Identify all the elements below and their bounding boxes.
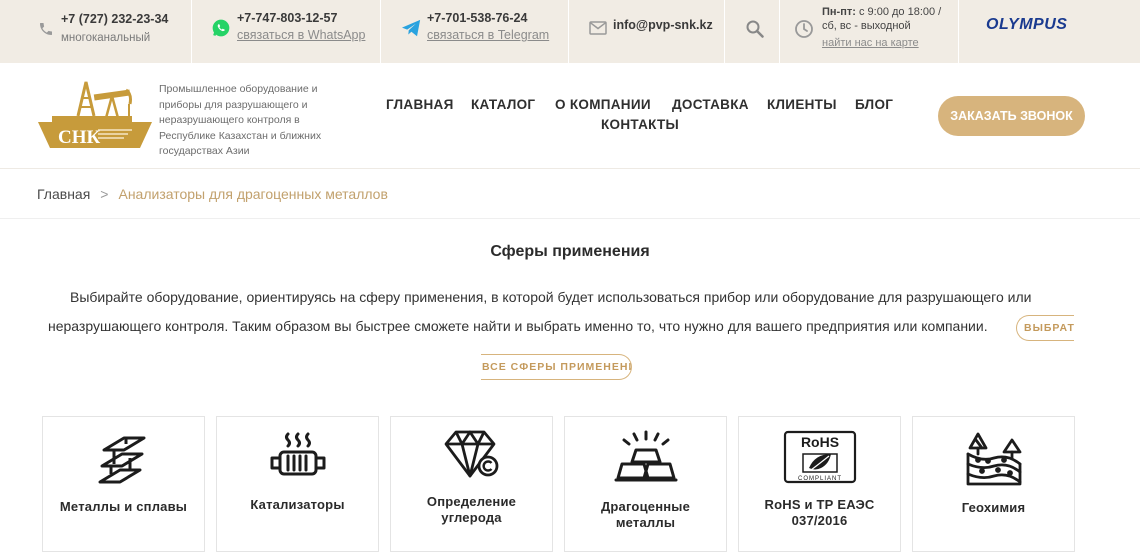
spheres-title: Сферы применения xyxy=(490,243,650,260)
map-link[interactable]: найти нас на карте xyxy=(822,36,941,50)
phone-icon xyxy=(40,23,52,35)
order-call-button[interactable]: ЗАКАЗАТЬ ЗВОНОК xyxy=(938,96,1085,136)
sphere-card-carbon[interactable]: Определение углерода xyxy=(390,416,553,552)
hours-days-time: с 9:00 до 18:00 / xyxy=(855,6,942,18)
rohs-compliant-icon: RoHS COMPLIANT xyxy=(783,430,856,484)
nav-blog[interactable]: БЛОГ xyxy=(855,97,893,112)
spheres-text-line1: Выбирайте оборудование, ориентируясь на … xyxy=(70,289,1032,305)
search-icon[interactable] xyxy=(745,19,765,39)
email-address[interactable]: info@pvp-snk.kz xyxy=(613,18,713,32)
telegram-link[interactable]: связаться в Telegram xyxy=(427,28,549,42)
hours-weekend: сб, вс - выходной xyxy=(822,20,911,32)
breadcrumb-current: Анализаторы для драгоценных металлов xyxy=(118,186,388,202)
divider xyxy=(380,0,381,63)
breadcrumb-home[interactable]: Главная xyxy=(37,186,90,202)
telegram-icon xyxy=(402,19,421,37)
diamond-icon xyxy=(444,430,498,478)
hours-text: Пн-пт: с 9:00 до 18:00 / сб, вс - выходн… xyxy=(822,5,941,50)
sphere-card-catalysts[interactable]: Катализаторы xyxy=(216,416,379,552)
spheres-text-line2: неразрушающего контроля. Таким образом в… xyxy=(48,318,988,334)
whatsapp-icon xyxy=(212,19,230,37)
sphere-card-label: Катализаторы xyxy=(250,497,345,512)
sphere-card-rohs[interactable]: RoHS COMPLIANT RoHS и ТР ЕАЭС 037/2016 xyxy=(738,416,901,552)
breadcrumb: Главная > Анализаторы для драгоценных мета… xyxy=(37,186,388,202)
divider xyxy=(568,0,569,63)
whatsapp-link[interactable]: связаться в WhatsApp xyxy=(237,28,365,42)
company-logo[interactable]: СНК xyxy=(36,76,154,156)
nav-catalog[interactable]: КАТАЛОГ xyxy=(471,97,535,112)
whatsapp-number[interactable]: +7-747-803-12-57 xyxy=(237,11,337,25)
sphere-card-label: Драгоценные металлы xyxy=(600,499,691,530)
divider xyxy=(191,0,192,63)
divider xyxy=(958,0,959,63)
nav-contacts[interactable]: КОНТАКТЫ xyxy=(601,117,679,132)
breadcrumb-divider xyxy=(0,218,1140,219)
mail-icon xyxy=(589,21,607,35)
sphere-card-label: Металлы и сплавы xyxy=(59,499,188,514)
divider xyxy=(724,0,725,63)
company-tagline: Промышленное оборудование и приборы для … xyxy=(159,83,322,157)
hours-days-label: Пн-пт: xyxy=(822,6,856,18)
sphere-card-label: Определение углерода xyxy=(426,494,517,525)
divider xyxy=(779,0,780,63)
select-button-text-2: ВСЕ СФЕРЫ ПРИМЕНЕНИЯ xyxy=(482,361,632,373)
catalytic-converter-icon xyxy=(270,432,325,476)
phone-note: многоканальный xyxy=(61,32,151,44)
sphere-card-geochemistry[interactable]: Геохимия xyxy=(912,416,1075,552)
clock-icon xyxy=(795,20,813,38)
nav-delivery[interactable]: ДОСТАВКА xyxy=(672,97,749,112)
top-contact-bar: +7 (727) 232-23-34 многоканальный +7-747… xyxy=(0,0,1140,63)
nav-home[interactable]: ГЛАВНАЯ xyxy=(386,97,454,112)
select-spheres-button-part2[interactable]: ВСЕ СФЕРЫ ПРИМЕНЕНИЯ xyxy=(481,354,632,380)
phone-number[interactable]: +7 (727) 232-23-34 xyxy=(61,12,168,26)
sphere-card-label: Геохимия xyxy=(961,500,1026,515)
sphere-card-precious[interactable]: Драгоценные металлы xyxy=(564,416,727,552)
geochemistry-icon xyxy=(966,432,1021,486)
gold-bars-icon xyxy=(614,430,677,482)
select-button-text-1: ВЫБРАТЬ xyxy=(1024,322,1074,334)
nav-about[interactable]: О КОМПАНИИ xyxy=(555,97,651,112)
logo-text: СНК xyxy=(58,127,101,148)
svg-text:RoHS: RoHS xyxy=(800,434,838,450)
sphere-card-metals[interactable]: Металлы и сплавы xyxy=(42,416,205,552)
breadcrumb-separator: > xyxy=(100,186,109,202)
partner-logo-olympus[interactable]: OLYMPUS xyxy=(986,16,1067,34)
nav-clients[interactable]: КЛИЕНТЫ xyxy=(767,97,837,112)
select-spheres-button-part1[interactable]: ВЫБРАТЬ xyxy=(1016,315,1074,341)
svg-text:COMPLIANT: COMPLIANT xyxy=(797,476,841,482)
metal-beams-icon xyxy=(98,436,145,484)
telegram-number[interactable]: +7-701-538-76-24 xyxy=(427,11,527,25)
sphere-card-label: RoHS и ТР ЕАЭС 037/2016 xyxy=(764,497,875,528)
